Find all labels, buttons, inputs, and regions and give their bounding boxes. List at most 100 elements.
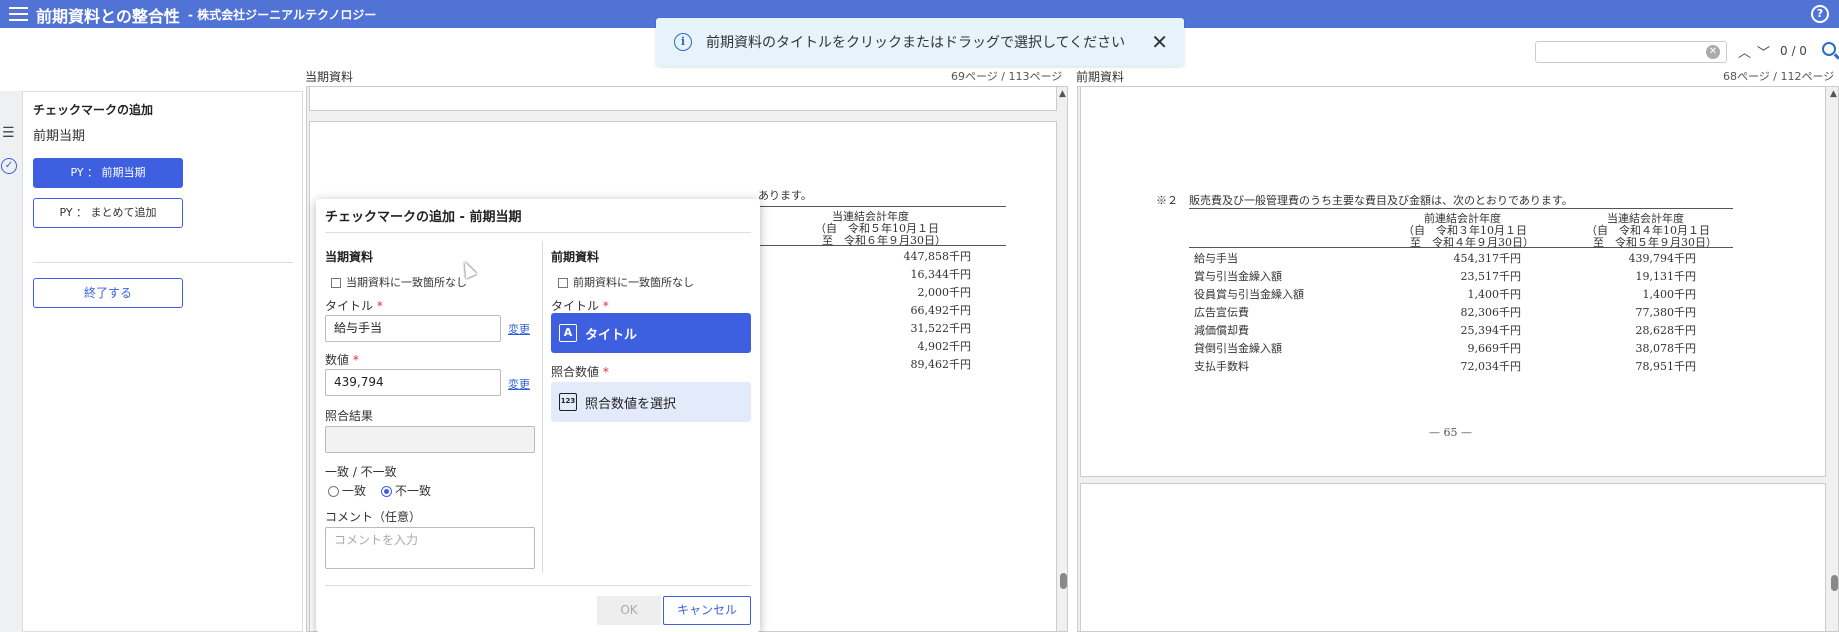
cancel-button[interactable]: キャンセル — [663, 596, 751, 625]
dialog-title: チェックマークの追加 - 前期当期 — [325, 210, 522, 225]
scroll-up-icon[interactable]: ▲ — [1059, 89, 1066, 99]
title-field[interactable]: 給与手当 — [325, 315, 501, 342]
prior-doc-pages: 68ページ / 112ページ — [1723, 70, 1835, 83]
number-icon: 123 — [559, 393, 577, 411]
row-prior-value[interactable]: 72,034千円 — [1411, 358, 1522, 374]
row-prior-value[interactable]: 23,517千円 — [1411, 268, 1522, 284]
scrollbar-thumb[interactable] — [1060, 573, 1067, 589]
checkmark-panel: チェックマークの追加 前期当期 PY ： 前期当期 PY ： まとめて追加 終了… — [22, 91, 303, 632]
info-toast: i 前期資料のタイトルをクリックまたはドラッグで選択してください ✕ — [656, 18, 1184, 66]
row-prior-value[interactable]: 454,317千円 — [1411, 250, 1522, 266]
row-current-value[interactable]: 28,628千円 — [1586, 322, 1697, 338]
help-icon[interactable]: ? — [1811, 5, 1829, 23]
table-rule — [1189, 208, 1733, 209]
change-value-link[interactable]: 変更 — [508, 376, 530, 392]
scroll-up-icon[interactable]: ▲ — [1830, 89, 1837, 99]
row-current-value[interactable]: 77,380千円 — [1586, 304, 1697, 320]
checkbox-label: 前期資料に一致箇所なし — [573, 276, 694, 289]
select-value-button[interactable]: 123 照合数値を選択 — [551, 382, 751, 422]
close-icon[interactable]: ✕ — [1151, 30, 1168, 54]
change-title-link[interactable]: 変更 — [508, 321, 530, 337]
match-radio[interactable]: 一致 — [328, 482, 366, 499]
page-number: — 65 — — [1429, 426, 1472, 439]
search-input[interactable]: ✕ — [1535, 41, 1727, 63]
radio-icon[interactable] — [381, 486, 392, 497]
value-cell[interactable]: 31,522千円 — [866, 320, 972, 336]
value-cell[interactable]: 447,858千円 — [866, 248, 972, 264]
page-sheet — [309, 87, 1057, 111]
row-item[interactable]: 役員賞与引当金繰入額 — [1194, 286, 1304, 302]
prior-section-title: 前期資料 — [551, 250, 600, 264]
value-cell[interactable]: 16,344千円 — [866, 266, 972, 282]
info-icon: i — [674, 33, 692, 51]
prior-title-label: タイトル * — [551, 299, 609, 313]
current-section-title: 当期資料 — [325, 250, 374, 264]
py-bulk-add-button[interactable]: PY ： まとめて追加 — [33, 198, 183, 228]
row-current-value[interactable]: 439,794千円 — [1586, 250, 1697, 266]
row-prior-value[interactable]: 9,669千円 — [1411, 340, 1522, 356]
end-button[interactable]: 終了する — [33, 278, 183, 308]
tool-strip: ☰ ✓ — [0, 91, 22, 632]
prior-doc-viewer[interactable]: ※２ 販売費及び一般管理費のうち主要な費目及び金額は、次のとおりであります。 前… — [1077, 86, 1839, 632]
row-item[interactable]: 貸倒引当金繰入額 — [1194, 340, 1282, 356]
page-title: 前期資料との整合性 — [36, 7, 180, 26]
ok-button[interactable]: OK — [597, 596, 661, 625]
value-cell[interactable]: 89,462千円 — [866, 356, 972, 372]
value-cell[interactable]: 66,492千円 — [866, 302, 972, 318]
search-icon[interactable] — [1822, 42, 1836, 56]
prior-doc-label: 前期資料 — [1076, 70, 1125, 84]
result-label: 照合結果 — [325, 409, 374, 423]
checklist-icon[interactable]: ☰ — [2, 125, 15, 141]
row-current-value[interactable]: 19,131千円 — [1586, 268, 1697, 284]
divider — [325, 232, 751, 233]
prior-no-match-checkbox[interactable]: 前期資料に一致箇所なし — [558, 274, 694, 290]
row-prior-value[interactable]: 1,400千円 — [1411, 286, 1522, 302]
note-text: ※２ 販売費及び一般管理費のうち主要な費目及び金額は、次のとおりであります。 — [1156, 194, 1573, 207]
menu-icon[interactable] — [9, 7, 28, 21]
add-checkmark-dialog: チェックマークの追加 - 前期当期 当期資料 当期資料に一致箇所なし タイトル … — [316, 199, 760, 632]
row-current-value[interactable]: 38,078千円 — [1586, 340, 1697, 356]
current-no-match-checkbox[interactable]: 当期資料に一致箇所なし — [331, 274, 467, 290]
value-label: 数値 * — [325, 353, 359, 367]
table-rule — [1189, 247, 1733, 248]
current-doc-pages: 69ページ / 113ページ — [951, 70, 1063, 83]
clear-icon[interactable]: ✕ — [1706, 45, 1720, 59]
row-prior-value[interactable]: 25,394千円 — [1411, 322, 1522, 338]
chevron-up-icon[interactable]: ︿ — [1738, 42, 1751, 61]
row-prior-value[interactable]: 82,306千円 — [1411, 304, 1522, 320]
value-cell[interactable]: 2,000千円 — [866, 284, 972, 300]
chevron-down-icon[interactable]: ﹀ — [1757, 42, 1770, 61]
divider — [33, 262, 293, 263]
row-item[interactable]: 賞与引当金繰入額 — [1194, 268, 1282, 284]
row-item[interactable]: 減価償却費 — [1194, 322, 1249, 338]
value-field[interactable]: 439,794 — [325, 369, 501, 396]
row-current-value[interactable]: 1,400千円 — [1586, 286, 1697, 302]
scrollbar-thumb[interactable] — [1831, 575, 1838, 591]
row-item[interactable]: 給与手当 — [1194, 250, 1238, 266]
row-current-value[interactable]: 78,951千円 — [1586, 358, 1697, 374]
row-item[interactable]: 支払手数料 — [1194, 358, 1249, 374]
prior-value-label: 照合数値 * — [551, 365, 609, 379]
add-check-icon[interactable]: ✓ — [1, 158, 17, 174]
page-sheet: ※２ 販売費及び一般管理費のうち主要な費目及び金額は、次のとおりであります。 前… — [1080, 87, 1826, 477]
company-name: - 株式会社ジーニアルテクノロジー — [188, 8, 377, 22]
panel-title: チェックマークの追加 — [33, 103, 154, 117]
py-current-button[interactable]: PY ： 前期当期 — [33, 158, 183, 188]
checkbox-icon[interactable] — [558, 278, 568, 288]
select-title-button[interactable]: A タイトル — [551, 313, 751, 353]
toast-message: 前期資料のタイトルをクリックまたはドラッグで選択してください — [706, 35, 1126, 51]
result-field — [325, 426, 535, 453]
page-sheet — [1080, 483, 1826, 631]
checkbox-icon[interactable] — [331, 278, 341, 288]
divider — [542, 241, 543, 573]
mismatch-radio[interactable]: 不一致 — [381, 482, 431, 499]
current-doc-label: 当期資料 — [305, 70, 354, 84]
radio-icon[interactable] — [328, 486, 339, 497]
match-label: 一致 / 不一致 — [325, 465, 397, 479]
row-item[interactable]: 広告宣伝費 — [1194, 304, 1249, 320]
comment-input[interactable]: コメントを入力 — [325, 527, 535, 569]
divider — [325, 585, 751, 586]
panel-subtitle: 前期当期 — [33, 129, 86, 144]
value-cell[interactable]: 4,902千円 — [866, 338, 972, 354]
doc-heading-fragment: あります。 — [758, 189, 812, 202]
